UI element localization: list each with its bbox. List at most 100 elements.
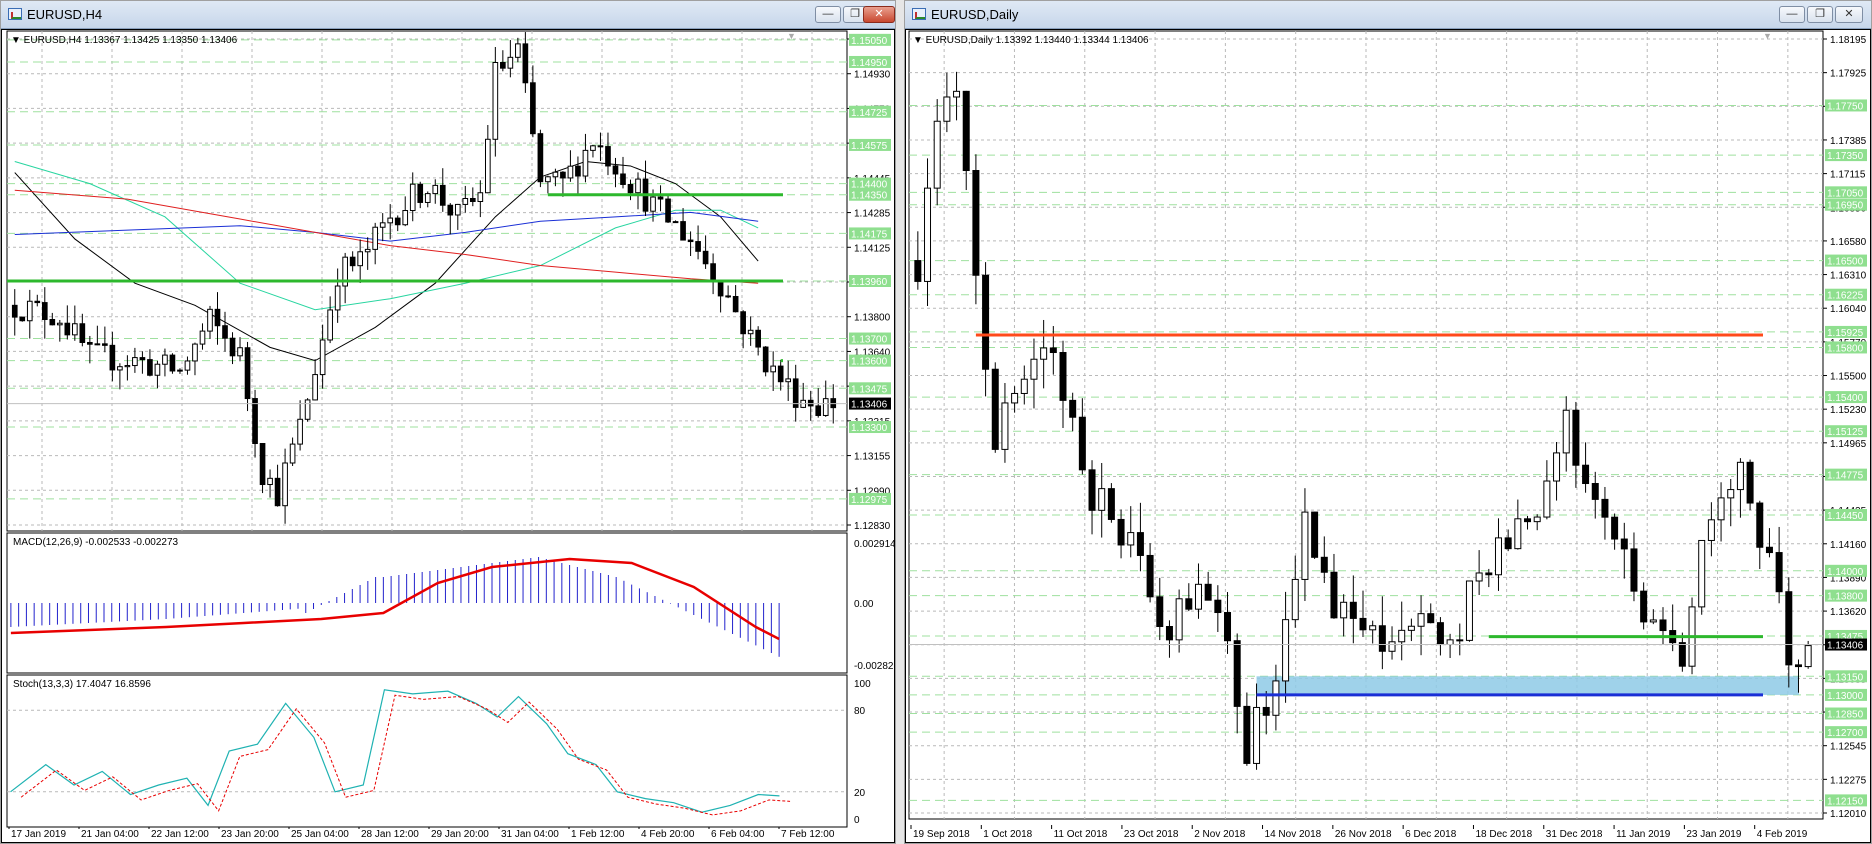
close-button[interactable]: ✕ bbox=[1835, 6, 1863, 23]
y-tick-label: 1.17925 bbox=[1830, 69, 1867, 80]
h4-chart-canvas[interactable]: 1.150901.149301.147701.146051.144451.142… bbox=[1, 29, 895, 843]
bear-candle bbox=[1243, 705, 1251, 764]
bear-candle bbox=[1659, 619, 1667, 632]
scroll-marker: ▼ bbox=[1763, 31, 1772, 41]
stochastic-y-tick-label: 80 bbox=[854, 706, 866, 717]
bear-candle bbox=[982, 274, 990, 370]
bull-candle bbox=[1001, 402, 1009, 450]
minimize-button[interactable]: — bbox=[815, 6, 841, 23]
y-tick-label: 1.12275 bbox=[1830, 775, 1867, 786]
bull-candle bbox=[357, 251, 364, 267]
bull-candle bbox=[327, 309, 333, 341]
bull-candle bbox=[304, 399, 311, 420]
h4-titlebar[interactable]: EURUSD,H4 — ❐ ✕ bbox=[1, 1, 895, 29]
bull-candle bbox=[1707, 519, 1715, 541]
x-tick-label: 18 Dec 2018 bbox=[1475, 829, 1532, 840]
bear-candle bbox=[259, 443, 266, 486]
level-price-tag-text: 1.13150 bbox=[1827, 672, 1864, 683]
bull-candle bbox=[545, 176, 551, 183]
bear-candle bbox=[1746, 461, 1754, 504]
bull-candle bbox=[289, 443, 296, 464]
bear-candle bbox=[229, 337, 236, 357]
bull-candle bbox=[94, 343, 101, 346]
current-price-tag-text: 1.13406 bbox=[1827, 641, 1864, 652]
bull-candle bbox=[192, 343, 198, 362]
bear-candle bbox=[79, 323, 86, 343]
bear-candle bbox=[1765, 546, 1773, 554]
bear-candle bbox=[87, 341, 93, 345]
bear-candle bbox=[657, 196, 664, 200]
bull-candle bbox=[1717, 497, 1725, 521]
x-tick-label: 23 Oct 2018 bbox=[1124, 829, 1179, 840]
daily-chart-window[interactable]: EURUSD,Daily — ❐ ✕ 1.181951.179251.17655… bbox=[904, 0, 1872, 844]
bull-candle bbox=[1417, 613, 1425, 627]
bear-candle bbox=[680, 221, 686, 241]
level-price-tag-text: 1.13960 bbox=[851, 277, 888, 288]
bull-candle bbox=[1175, 598, 1183, 641]
bull-candle bbox=[454, 203, 461, 216]
bear-candle bbox=[1611, 516, 1619, 540]
x-tick-label: 23 Jan 2019 bbox=[1686, 829, 1741, 840]
close-button[interactable]: ✕ bbox=[863, 6, 895, 23]
bull-candle bbox=[582, 149, 589, 177]
bear-candle bbox=[717, 279, 724, 297]
bull-candle bbox=[1011, 392, 1019, 404]
x-tick-label: 28 Jan 12:00 bbox=[361, 829, 419, 840]
bull-candle bbox=[1282, 619, 1290, 682]
bear-candle bbox=[1165, 626, 1173, 641]
bull-candle bbox=[387, 217, 394, 224]
bull-candle bbox=[462, 197, 469, 205]
level-price-tag-text: 1.15400 bbox=[1827, 393, 1864, 404]
bull-candle bbox=[297, 418, 303, 445]
chart-frame bbox=[905, 29, 1871, 843]
x-tick-label: 26 Nov 2018 bbox=[1335, 829, 1392, 840]
chart-window-icon bbox=[912, 8, 926, 20]
h4-chart-window[interactable]: EURUSD,H4 — ❐ ✕ 1.150901.149301.147701.1… bbox=[0, 0, 896, 844]
bear-candle bbox=[687, 239, 694, 243]
scroll-marker: ▼ bbox=[787, 31, 796, 41]
bull-candle bbox=[1446, 639, 1454, 646]
x-tick-label: 25 Jan 04:00 bbox=[291, 829, 349, 840]
restore-button[interactable]: ❐ bbox=[1807, 6, 1833, 23]
bull-candle bbox=[484, 138, 491, 194]
bear-candle bbox=[102, 343, 108, 346]
bull-candle bbox=[1040, 347, 1048, 360]
level-price-tag-text: 1.16950 bbox=[1827, 201, 1864, 212]
bear-candle bbox=[725, 295, 731, 298]
bear-candle bbox=[222, 325, 228, 339]
x-tick-label: 4 Feb 20:00 bbox=[641, 829, 695, 840]
bull-candle bbox=[162, 354, 168, 365]
x-tick-label: 17 Jan 2019 bbox=[11, 829, 66, 840]
bear-candle bbox=[1146, 554, 1154, 598]
bear-candle bbox=[1485, 572, 1493, 576]
bear-candle bbox=[64, 322, 71, 336]
y-tick-label: 1.13155 bbox=[854, 452, 891, 463]
bear-candle bbox=[34, 300, 41, 304]
bear-candle bbox=[1640, 590, 1648, 623]
minimize-button[interactable]: — bbox=[1779, 6, 1805, 23]
x-tick-label: 19 Sep 2018 bbox=[913, 829, 970, 840]
y-tick-label: 1.18195 bbox=[1830, 35, 1867, 46]
daily-window-title: EURUSD,Daily bbox=[931, 7, 1019, 22]
daily-titlebar[interactable]: EURUSD,Daily — ❐ ✕ bbox=[905, 1, 1871, 29]
bear-candle bbox=[1601, 498, 1609, 518]
bear-candle bbox=[605, 146, 611, 167]
daily-chart-canvas[interactable]: 1.181951.179251.176551.173851.171151.168… bbox=[905, 29, 1871, 843]
bull-candle bbox=[672, 221, 679, 224]
x-tick-label: 23 Jan 20:00 bbox=[221, 829, 279, 840]
window-divider bbox=[896, 0, 904, 844]
level-price-tag-text: 1.16500 bbox=[1827, 257, 1864, 268]
bull-candle bbox=[567, 165, 574, 179]
level-price-tag-text: 1.17350 bbox=[1827, 151, 1864, 162]
symbol-info-label: ▼ EURUSD,H4 1.13367 1.13425 1.13350 1.13… bbox=[11, 35, 238, 46]
macd-pane-border bbox=[6, 532, 848, 674]
macd-y-tick-label: -0.002828 bbox=[854, 661, 895, 672]
bear-candle bbox=[1049, 347, 1057, 354]
macd-label: MACD(12,26,9) -0.002533 -0.002273 bbox=[13, 537, 179, 548]
level-price-tag-text: 1.15925 bbox=[1827, 328, 1864, 339]
bull-candle bbox=[379, 222, 386, 228]
bull-candle bbox=[492, 62, 499, 140]
stochastic-y-tick-label: 20 bbox=[854, 788, 866, 799]
level-price-tag-text: 1.14950 bbox=[851, 58, 888, 69]
bear-candle bbox=[1620, 538, 1628, 550]
